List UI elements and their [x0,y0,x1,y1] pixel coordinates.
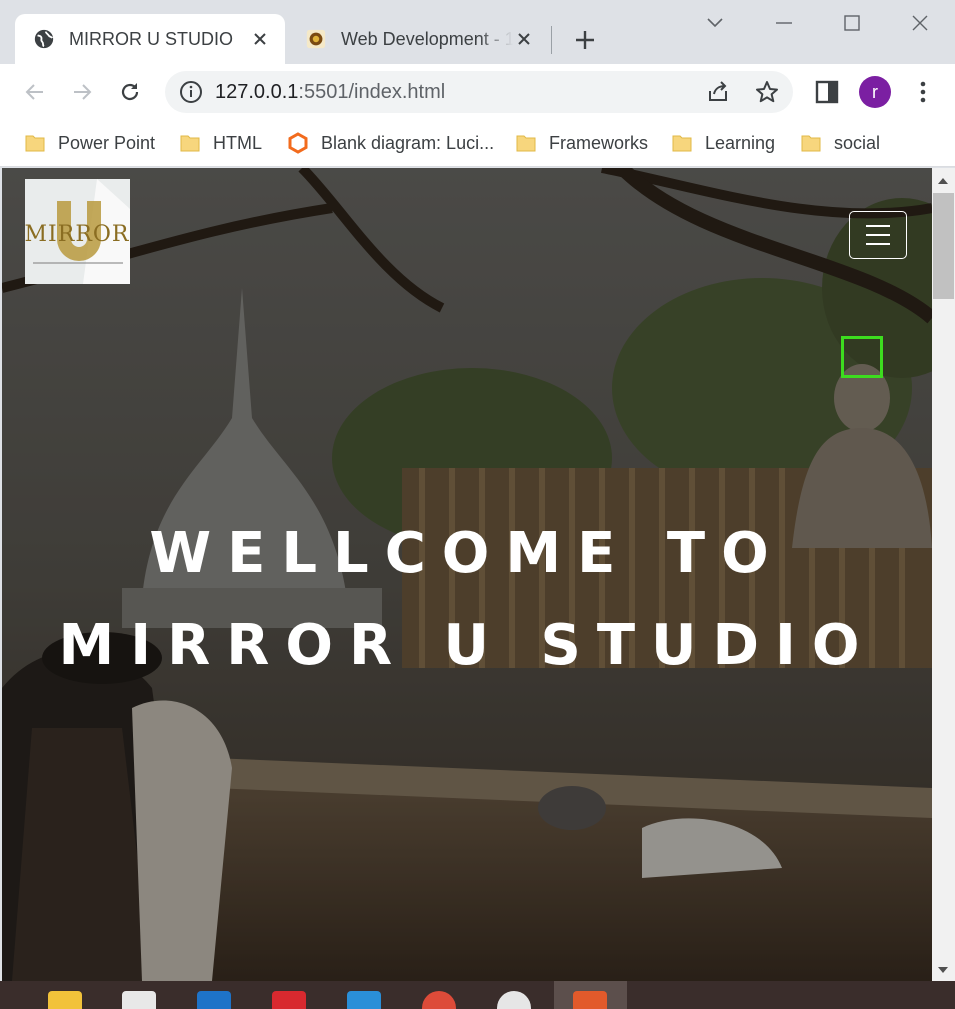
folder-icon [801,135,821,152]
reload-button[interactable] [113,75,147,109]
hero-line-2: MIRROR U STUDIO [58,613,876,678]
maximize-button[interactable] [832,8,872,38]
browser-menu-button[interactable] [910,76,936,108]
bookmarks-bar: Power Point HTML Blank diagram: Luci... … [0,120,955,167]
tab-close-icon[interactable] [249,28,271,50]
tab-search-button[interactable] [695,8,735,38]
os-taskbar [0,981,955,1009]
minimize-icon [776,22,792,24]
reload-icon [121,83,139,101]
close-window-button[interactable] [900,8,940,38]
chrome-icon[interactable] [422,991,456,1009]
scroll-down-arrow-icon[interactable] [936,963,950,977]
bookmark-star-icon[interactable] [754,79,780,105]
scrollbar-thumb[interactable] [933,193,954,299]
scroll-up-arrow-icon[interactable] [936,174,950,188]
studio-logo[interactable]: MIRROR [25,179,130,284]
side-panel-icon[interactable] [813,78,841,106]
close-icon [912,15,928,31]
forward-button[interactable] [65,75,99,109]
folder-icon [516,135,536,152]
folder-icon [180,135,200,152]
folder-icon [25,135,45,152]
maximize-icon [844,15,860,31]
bookmark-lucid-diagram[interactable]: Blank diagram: Luci... [287,128,494,158]
url-text[interactable]: 127.0.0.1:5501/index.html [215,81,445,104]
page-viewport: MIRROR WELLCOME TO MIRROR U STUDIO [2,168,932,981]
file-explorer-icon[interactable] [48,991,82,1009]
tab-close-icon[interactable] [513,28,535,50]
office-icon[interactable] [573,991,607,1009]
store-icon[interactable] [122,991,156,1009]
minimize-button[interactable] [764,8,804,38]
more-vertical-icon [920,81,926,103]
navbar-toggle-button[interactable] [849,211,907,259]
page-scrollbar[interactable] [932,168,955,981]
tab-web-development[interactable]: Web Development - 1 [287,14,549,64]
folder-icon [672,135,692,152]
mirror-u-logo-icon: MIRROR [25,179,130,284]
bookmark-html[interactable]: HTML [179,128,262,158]
arrow-left-icon [25,84,43,100]
vscode-icon[interactable] [347,991,381,1009]
logo-text: MIRROR [25,222,130,247]
hero-heading: WELLCOME TO MIRROR U STUDIO [2,508,932,692]
app-red-icon[interactable] [272,991,306,1009]
mail-icon[interactable] [197,991,231,1009]
arrow-right-icon [74,84,92,100]
new-tab-button[interactable] [570,25,600,55]
hamburger-menu-icon [866,225,890,245]
profile-avatar[interactable]: r [859,76,891,108]
bookmark-social[interactable]: social [800,128,880,158]
address-bar[interactable]: 127.0.0.1:5501/index.html [165,71,793,113]
globe-icon [34,29,54,49]
tab-title: Web Development - 1 [341,28,513,49]
tab-title: MIRROR U STUDIO [69,28,233,49]
plus-icon [576,31,594,49]
app-globe-icon[interactable] [497,991,531,1009]
info-icon[interactable] [179,80,203,104]
bookmark-frameworks[interactable]: Frameworks [515,128,648,158]
bookmark-power-point[interactable]: Power Point [24,128,155,158]
chevron-down-icon [707,18,723,28]
university-crest-icon [306,29,326,49]
tab-strip: MIRROR U STUDIO Web Development - 1 [0,0,955,64]
tab-separator [551,26,552,54]
bookmark-learning[interactable]: Learning [671,128,775,158]
lucid-icon [288,132,308,154]
tab-mirror-u-studio[interactable]: MIRROR U STUDIO [15,14,285,64]
back-button[interactable] [18,75,52,109]
hero-line-1: WELLCOME TO [149,521,785,586]
browser-toolbar: 127.0.0.1:5501/index.html r [0,64,955,120]
share-icon[interactable] [705,79,731,105]
highlight-box [841,336,883,378]
